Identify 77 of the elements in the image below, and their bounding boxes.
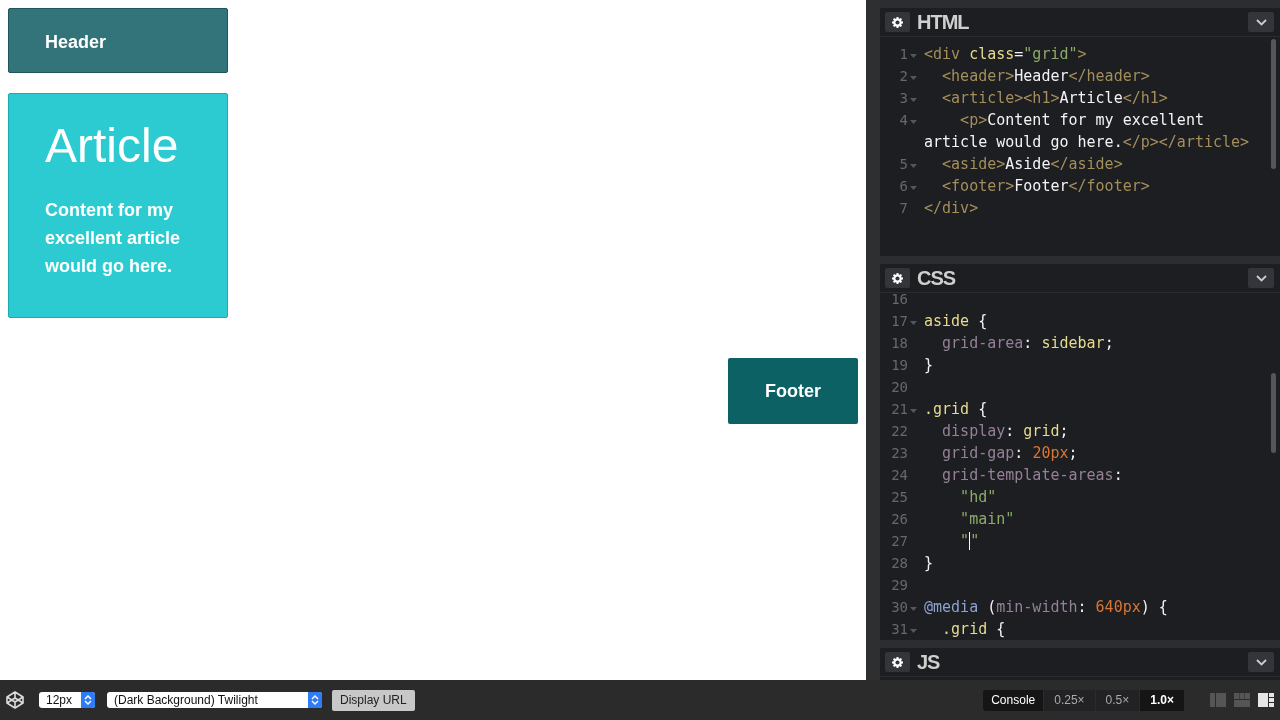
chevron-down-icon [1255,274,1267,282]
cube-logo-icon [5,690,25,710]
font-size-select[interactable]: 12px [39,692,95,708]
code-line: <aside>Aside</aside> [941,155,1123,173]
code-line: grid-template-areas: [941,466,1123,484]
chevron-down-icon [1255,658,1267,666]
line-number: 17 [891,313,908,329]
stepper-arrows-icon [84,694,92,706]
line-number: 2 [899,68,908,84]
code-line: <header>Header</header> [941,67,1150,85]
line-number: 26 [891,511,908,527]
line-number: 18 [891,335,908,351]
code-line: "" [959,531,980,551]
code-line: <article><h1>Article</h1> [941,89,1168,107]
editor-title: CSS [917,266,957,290]
line-number: 30 [891,599,908,615]
code-line: <p>Content for my excellent [959,111,1204,129]
settings-button[interactable] [885,12,910,32]
code-line: </div> [924,199,979,217]
zoom-button[interactable]: 0.25× [1044,689,1095,711]
line-number: 25 [891,489,908,505]
line-number: 24 [891,467,908,483]
settings-icon [892,272,903,284]
editor-title: JS [917,650,941,674]
line-number: 31 [891,621,908,637]
chevron-down-icon [1255,18,1267,26]
line-number: 27 [891,533,908,549]
code-line: article would go here.</p></article> [924,133,1250,151]
settings-button[interactable] [885,652,910,672]
line-number: 29 [891,577,908,593]
zoom-button[interactable]: 1.0× [1140,689,1184,711]
code-line: grid-gap: 20px; [941,444,1078,462]
line-number: 7 [899,200,908,216]
settings-icon [892,16,903,28]
code-line: <div class="grid"> [924,45,1087,63]
display-url-button[interactable]: Display URL [332,689,415,711]
collapse-button[interactable] [1248,268,1274,288]
code-line: <footer>Footer</footer> [941,177,1150,195]
line-number: 5 [899,156,908,172]
code-line: .grid { [924,400,988,418]
collapse-button[interactable] [1248,652,1274,672]
line-number: 1 [899,46,908,62]
code-line: } [924,356,934,374]
line-number: 4 [899,112,908,128]
layout-right-icon[interactable] [1258,693,1274,707]
code-line: display: grid; [941,422,1069,440]
resize-handle[interactable] [866,0,880,680]
line-number: 28 [891,555,908,571]
line-number: 20 [891,379,908,395]
code-line: aside { [924,312,988,330]
zoom-button[interactable]: 0.5× [1095,689,1140,711]
footer-block: Footer [728,358,858,424]
line-number: 22 [891,423,908,439]
header-block: Header [8,8,228,73]
scrollbar[interactable] [1271,373,1276,453]
line-number: 21 [891,401,908,417]
code-line: .grid { [941,620,1006,638]
line-number: 19 [891,357,908,373]
code-line: "main" [959,510,1015,528]
line-number: 3 [899,90,908,106]
collapse-button[interactable] [1248,12,1274,32]
article-title: Article [45,118,180,174]
settings-icon [892,656,903,668]
code-line: @media (min-width: 640px) { [924,598,1168,616]
article-text: Content for my excellent article would go here. [45,199,182,278]
line-number: 6 [899,178,908,194]
code-line: grid-area: sidebar; [941,334,1114,352]
theme-select[interactable]: (Dark Background) Twilight [107,692,322,708]
settings-button[interactable] [885,268,910,288]
code-line: } [924,554,934,572]
scrollbar[interactable] [1271,39,1276,169]
line-number: 23 [891,445,908,461]
stepper-arrows-icon [311,694,319,706]
editor-title: HTML [917,10,970,34]
code-line: "hd" [959,488,997,506]
line-number: 16 [891,293,908,307]
console-button[interactable]: Console [983,689,1044,711]
